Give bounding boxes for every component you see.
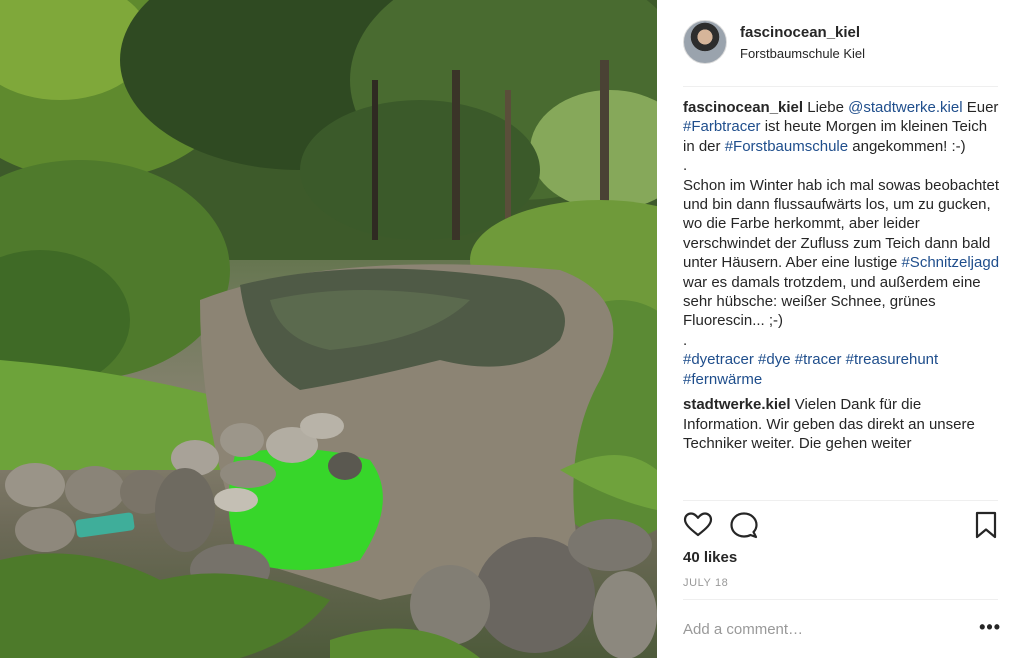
action-bar: [683, 510, 1001, 542]
hashtag-link[interactable]: #fernwärme: [683, 371, 762, 388]
hashtag-link[interactable]: #dye: [758, 351, 791, 368]
reply-comment: stadtwerke.kiel Vielen Dank für die Info…: [683, 395, 1001, 453]
hashtag-link[interactable]: #treasurehunt: [846, 351, 939, 368]
caption-text: Liebe: [803, 99, 849, 116]
hashtag-link[interactable]: #Forstbaumschule: [725, 138, 848, 155]
reply-username[interactable]: stadtwerke.kiel: [683, 396, 791, 413]
heart-icon[interactable]: [683, 510, 713, 540]
header-divider: [683, 86, 998, 87]
hashtag-link[interactable]: #Farbtracer: [683, 118, 761, 135]
add-comment-input[interactable]: [683, 618, 963, 640]
likes-count[interactable]: 40 likes: [683, 549, 737, 566]
avatar[interactable]: [683, 20, 727, 64]
caption-username[interactable]: fascinocean_kiel: [683, 99, 803, 116]
pond-scene-image: [0, 0, 657, 658]
mention-link[interactable]: @stadtwerke.kiel: [848, 99, 962, 116]
comment-box-divider: [683, 599, 998, 600]
header-username[interactable]: fascinocean_kiel: [740, 24, 860, 41]
hashtag-link[interactable]: #Schnitzeljagd: [901, 254, 999, 271]
comment-icon[interactable]: [729, 510, 759, 540]
caption-text: war es damals trotzdem, und außerdem ein…: [683, 273, 981, 330]
caption-text: Euer: [962, 99, 999, 116]
post-header: fascinocean_kiel Forstbaumschule Kiel: [657, 0, 1024, 86]
bookmark-icon[interactable]: [971, 510, 1001, 540]
hashtag-link[interactable]: #tracer: [795, 351, 842, 368]
caption-paragraph: Schon im Winter hab ich mal sowas beobac…: [683, 176, 1001, 331]
more-options-icon[interactable]: •••: [979, 617, 1001, 638]
header-location[interactable]: Forstbaumschule Kiel: [740, 46, 865, 61]
caption-separator: .: [683, 331, 688, 349]
post-panel: fascinocean_kiel Forstbaumschule Kiel fa…: [657, 0, 1024, 658]
post-photo[interactable]: [0, 0, 657, 658]
hashtag-link[interactable]: #dyetracer: [683, 351, 754, 368]
comments-divider: [683, 500, 998, 501]
caption-hashtags: #dyetracer #dye #tracer #treasurehunt #f…: [683, 350, 1001, 389]
comments-list[interactable]: fascinocean_kiel Liebe @stadtwerke.kiel …: [683, 98, 1001, 500]
comment-box: •••: [683, 612, 1001, 646]
caption-text: angekommen! :-): [848, 137, 966, 155]
post-date: JULY 18: [683, 577, 729, 589]
caption-comment: fascinocean_kiel Liebe @stadtwerke.kiel …: [683, 98, 1001, 389]
caption-separator: .: [683, 157, 688, 175]
